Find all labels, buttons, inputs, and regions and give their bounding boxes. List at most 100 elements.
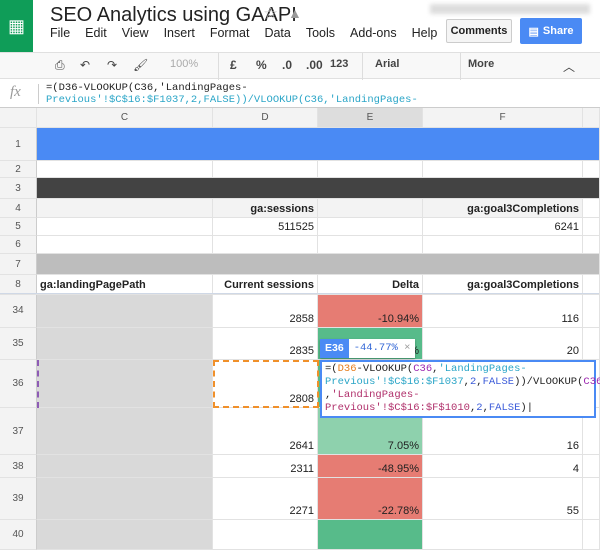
cell-F39[interactable]: 55 [423,478,583,520]
font-select[interactable]: Arial [375,58,399,70]
redo-icon[interactable]: ↷ [107,58,117,72]
formula-bar[interactable]: fx =(D36-VLOOKUP(C36,'LandingPages- Prev… [0,80,600,108]
cell-D34[interactable]: 2858 [213,294,318,328]
document-title[interactable]: SEO Analytics using GAAPI [50,4,297,27]
cell-E38[interactable]: -48.95% [318,455,423,478]
percent-format-button[interactable]: % [256,58,267,72]
cell-C35[interactable] [37,328,213,360]
cell-F8[interactable]: ga:goal3Completions [423,275,583,294]
row-header-6[interactable]: 6 [0,236,37,254]
cell-D5[interactable]: 511525 [213,218,318,236]
cell-E6[interactable] [318,236,423,254]
cell-G40[interactable] [583,520,600,550]
collapse-chevron-icon[interactable]: ︿ [563,58,575,75]
cell-D39[interactable]: 2271 [213,478,318,520]
band-row-7[interactable] [37,254,600,275]
currency-format-button[interactable]: £ [230,58,237,72]
zoom-select[interactable]: 100% [170,58,198,70]
comments-button[interactable]: Comments [446,19,512,43]
cell-F6[interactable] [423,236,583,254]
band-row-1[interactable] [37,128,600,161]
row-header-38[interactable]: 38 [0,455,37,478]
column-header-C[interactable]: C [37,108,213,128]
cell-D4[interactable]: ga:sessions [213,199,318,218]
menu-file[interactable]: File [50,26,70,40]
decrease-decimals-button[interactable]: .0 [282,58,292,72]
row-header-1[interactable]: 1 [0,128,37,161]
cell-G6[interactable] [583,236,600,254]
cell-E39[interactable]: -22.78% [318,478,423,520]
print-icon[interactable]: ⎙ [55,58,65,73]
paint-format-icon[interactable]: 🖌 [133,58,148,72]
cell-C34[interactable] [37,294,213,328]
cell-F35[interactable]: 20 [423,328,583,360]
cell-D38[interactable]: 2311 [213,455,318,478]
cell-C8[interactable]: ga:landingPagePath [37,275,213,294]
cell-C37[interactable] [37,408,213,455]
row-header-35[interactable]: 35 [0,328,37,360]
cell-F2[interactable] [423,161,583,178]
cell-D8[interactable]: Current sessions [213,275,318,294]
cell-C4[interactable] [37,199,213,218]
cell-G35[interactable] [583,328,600,360]
close-icon[interactable]: × [404,342,410,354]
row-header-39[interactable]: 39 [0,478,37,520]
column-header-g[interactable] [583,108,600,128]
formula-text[interactable]: =(D36-VLOOKUP(C36,'LandingPages- Previou… [46,82,418,106]
row-header-3[interactable]: 3 [0,178,37,199]
select-all-corner[interactable] [0,108,37,128]
cell-D2[interactable] [213,161,318,178]
cell-G4[interactable] [583,199,600,218]
cell-E40[interactable] [318,520,423,550]
row-header-8[interactable]: 8 [0,275,37,294]
drive-folder-icon[interactable]: ▲ [288,5,302,21]
cell-C5[interactable] [37,218,213,236]
frozen-row-divider[interactable] [0,293,600,295]
row-header-36[interactable]: 36 [0,360,37,408]
cell-G34[interactable] [583,294,600,328]
cell-C38[interactable] [37,455,213,478]
cell-C39[interactable] [37,478,213,520]
menu-edit[interactable]: Edit [85,26,107,40]
menu-view[interactable]: View [122,26,149,40]
cell-E8[interactable]: Delta [318,275,423,294]
row-header-2[interactable]: 2 [0,161,37,178]
share-button[interactable]: ▤ Share [520,18,582,44]
cell-G2[interactable] [583,161,600,178]
cell-C40[interactable] [37,520,213,550]
menu-help[interactable]: Help [412,26,438,40]
cell-G5[interactable] [583,218,600,236]
band-row-3[interactable] [37,178,600,199]
sheets-logo-icon[interactable]: ▦ [0,0,33,52]
menu-tools[interactable]: Tools [306,26,335,40]
column-header-F[interactable]: F [423,108,583,128]
cell-E5[interactable] [318,218,423,236]
cell-D37[interactable]: 2641 [213,408,318,455]
menu-insert[interactable]: Insert [164,26,195,40]
cell-D6[interactable] [213,236,318,254]
column-header-D[interactable]: D [213,108,318,128]
row-header-40[interactable]: 40 [0,520,37,550]
account-email[interactable] [430,4,590,14]
cell-F5[interactable]: 6241 [423,218,583,236]
menu-data[interactable]: Data [264,26,290,40]
row-header-4[interactable]: 4 [0,199,37,218]
cell-G39[interactable] [583,478,600,520]
cell-C6[interactable] [37,236,213,254]
cell-E4[interactable] [318,199,423,218]
cell-D35[interactable]: 2835 [213,328,318,360]
row-header-7[interactable]: 7 [0,254,37,275]
cell-F38[interactable]: 4 [423,455,583,478]
cell-formula-editor[interactable]: =(D36-VLOOKUP(C36,'LandingPages- Previou… [320,360,600,418]
star-icon[interactable]: ☆ [263,4,278,24]
cell-F40[interactable] [423,520,583,550]
row-header-37[interactable]: 37 [0,408,37,455]
cell-F4[interactable]: ga:goal3Completions [423,199,583,218]
cell-G8[interactable] [583,275,600,294]
menu-addons[interactable]: Add-ons [350,26,397,40]
row-header-34[interactable]: 34 [0,294,37,328]
cell-C36[interactable] [37,360,213,408]
cell-F34[interactable]: 116 [423,294,583,328]
cell-E2[interactable] [318,161,423,178]
column-header-E[interactable]: E [318,108,423,128]
